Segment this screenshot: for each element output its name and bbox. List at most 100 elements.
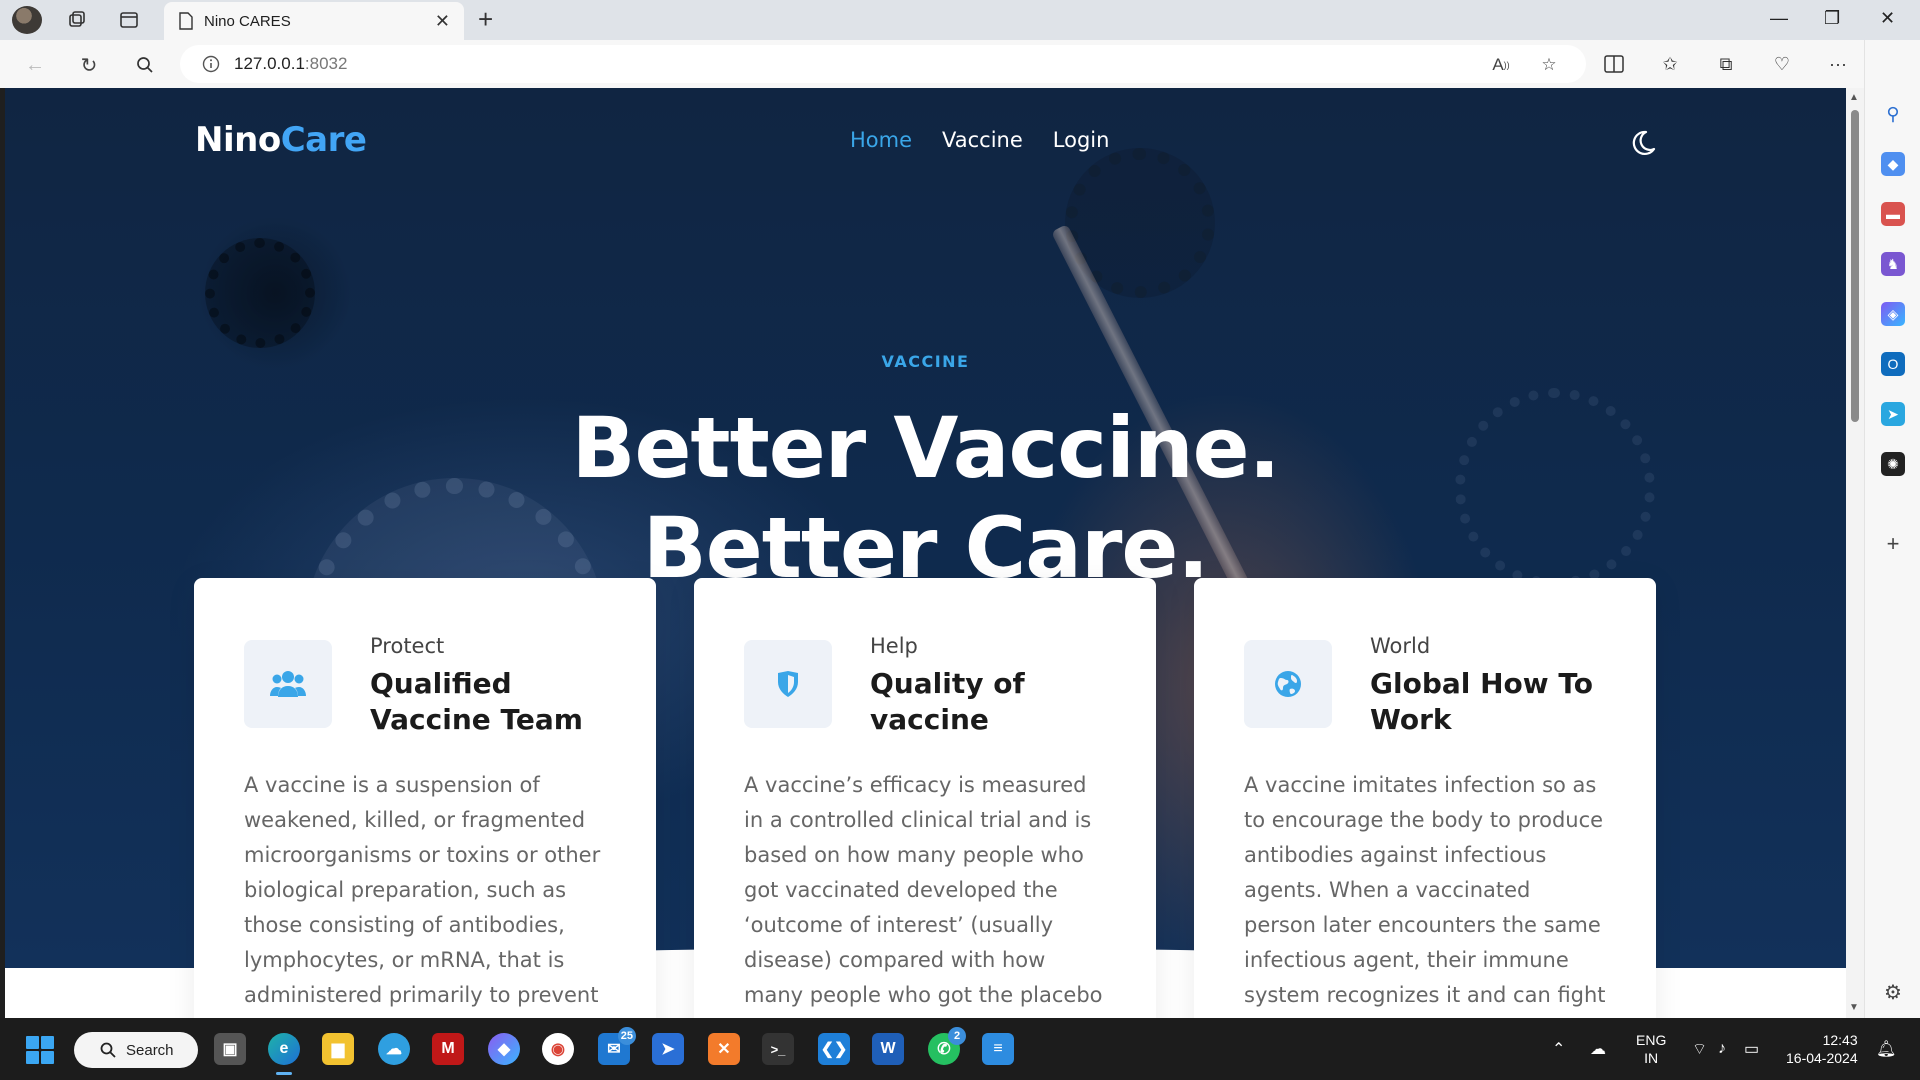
terminal-icon[interactable]: >_ xyxy=(762,1033,794,1065)
collections-icon[interactable]: ⧉ xyxy=(1714,52,1738,76)
notification-bell-icon[interactable]: 🔔︎ xyxy=(1876,1018,1896,1080)
clock-date: 16-04-2024 xyxy=(1786,1050,1858,1066)
notepad-icon[interactable]: ≡ xyxy=(982,1033,1014,1065)
page-viewport: NinoCare Home Vaccine Login VACCINE Bett… xyxy=(5,88,1846,1018)
card-text: A vaccine imitates infection so as to en… xyxy=(1244,773,1606,1007)
battery-icon[interactable]: ▭ xyxy=(1744,1018,1759,1080)
favorite-star-icon[interactable]: ☆ xyxy=(1538,54,1560,76)
restore-button[interactable]: ❐ xyxy=(1824,8,1840,29)
tools-icon[interactable]: ▬ xyxy=(1881,202,1905,226)
feature-card: World Global How To Work A vaccine imita… xyxy=(1194,578,1656,1018)
nav-vaccine[interactable]: Vaccine xyxy=(942,128,1023,152)
new-tab-button[interactable]: + xyxy=(478,6,493,32)
hero-eyebrow: VACCINE xyxy=(881,352,970,371)
add-sidebar-icon[interactable]: + xyxy=(1881,531,1905,556)
card-text: A vaccine is a suspension of weakened, k… xyxy=(244,773,601,1007)
settings-gear-icon[interactable]: ⚙ xyxy=(1881,980,1905,1004)
volume-icon[interactable]: ♪ xyxy=(1718,1018,1726,1080)
close-window-button[interactable]: ✕ xyxy=(1880,8,1895,29)
mail-icon[interactable]: ✉ 25 xyxy=(598,1027,636,1065)
refresh-icon[interactable]: ↻ xyxy=(76,52,102,78)
tab-actions-icon[interactable] xyxy=(118,9,140,31)
lang-line2: IN xyxy=(1644,1050,1659,1066)
nav-login[interactable]: Login xyxy=(1053,128,1110,152)
minimize-button[interactable]: — xyxy=(1770,8,1788,29)
copilot-app-icon[interactable]: ◆ xyxy=(488,1033,520,1065)
search-label: Search xyxy=(126,1041,174,1059)
shopping-tag-icon[interactable]: ◆ xyxy=(1881,152,1905,176)
show-hidden-icons[interactable]: ⌃ xyxy=(1552,1018,1565,1080)
browser-essentials-icon[interactable]: ♡ xyxy=(1770,52,1794,76)
whatsapp-badge: 2 xyxy=(948,1027,966,1045)
search-icon xyxy=(100,1042,116,1058)
card-text: A vaccine’s efficacy is measured in a co… xyxy=(744,773,1103,1007)
card-title: Quality of vaccine xyxy=(870,667,1025,736)
workspaces-icon[interactable] xyxy=(66,9,88,31)
read-aloud-icon[interactable]: A)) xyxy=(1490,54,1512,76)
page-icon xyxy=(179,12,193,30)
file-explorer-icon[interactable]: ▆ xyxy=(322,1033,354,1065)
site-header: NinoCare Home Vaccine Login xyxy=(5,88,1846,198)
games-icon[interactable]: ♞ xyxy=(1881,252,1905,276)
language-indicator[interactable]: ENG IN xyxy=(1636,1018,1666,1080)
favorites-icon[interactable]: ✩ xyxy=(1658,52,1682,76)
send-app-icon[interactable]: ➤ xyxy=(652,1033,684,1065)
sidebar-search-icon[interactable]: ⚲ xyxy=(1881,102,1905,126)
hero-title: Better Vaccine. Better Care. xyxy=(5,398,1846,598)
shield-icon xyxy=(744,640,832,728)
xampp-icon[interactable]: ✕ xyxy=(708,1033,740,1065)
feature-card: Help Quality of vaccine A vaccine’s effi… xyxy=(694,578,1156,1018)
windows-start-icon[interactable] xyxy=(26,1036,54,1064)
weather-icon[interactable]: ☁ xyxy=(378,1033,410,1065)
scroll-down-icon[interactable]: ▼ xyxy=(1849,1002,1859,1013)
clock-time: 12:43 xyxy=(1822,1032,1858,1048)
site-logo[interactable]: NinoCare xyxy=(195,120,367,160)
profile-avatar[interactable] xyxy=(12,6,42,34)
word-icon[interactable]: W xyxy=(872,1033,904,1065)
card-kicker: Protect xyxy=(370,634,445,658)
chrome-icon[interactable]: ◉ xyxy=(542,1033,574,1065)
feature-card: Protect Qualified Vaccine Team A vaccine… xyxy=(194,578,656,1018)
onedrive-icon[interactable]: ☁ xyxy=(1590,1018,1606,1080)
mcafee-icon[interactable]: M xyxy=(432,1033,464,1065)
openai-icon[interactable]: ✺ xyxy=(1881,452,1905,476)
vscode-icon[interactable]: ❮❯ xyxy=(818,1033,850,1065)
browser-titlebar: Nino CARES ✕ + — ❐ ✕ xyxy=(0,0,1920,40)
search-icon[interactable] xyxy=(132,52,158,78)
mail-badge: 25 xyxy=(617,1027,636,1045)
url-text: 127.0.0.1:8032 xyxy=(234,54,348,73)
send-icon[interactable]: ➤ xyxy=(1881,402,1905,426)
page-scrollbar[interactable]: ▲ ▼ xyxy=(1846,88,1864,1018)
lang-line1: ENG xyxy=(1636,1032,1667,1048)
hero-title-line1: Better Vaccine. xyxy=(571,399,1280,497)
whatsapp-icon[interactable]: ✆ 2 xyxy=(928,1027,966,1065)
outlook-icon[interactable]: O xyxy=(1881,352,1905,376)
edge-sidebar: ⚲ ◆ ▬ ♞ ◈ O ➤ ✺ + ⚙ xyxy=(1864,40,1920,1018)
scroll-up-icon[interactable]: ▲ xyxy=(1849,92,1859,103)
main-nav: Home Vaccine Login xyxy=(850,128,1109,152)
edge-browser-icon[interactable]: e xyxy=(268,1033,300,1075)
clock[interactable]: 12:43 16-04-2024 xyxy=(1786,1018,1858,1080)
tab-title: Nino CARES xyxy=(204,12,291,30)
task-view-icon[interactable]: ▣ xyxy=(214,1033,246,1065)
scrollbar-thumb[interactable] xyxy=(1851,110,1859,422)
more-options-icon[interactable]: ··· xyxy=(1826,52,1850,76)
card-kicker: World xyxy=(1370,634,1431,658)
card-kicker: Help xyxy=(870,634,918,658)
card-title: Qualified Vaccine Team xyxy=(370,667,583,736)
wifi-icon[interactable]: ⌔ xyxy=(1692,1018,1707,1080)
close-tab-icon[interactable]: ✕ xyxy=(435,11,450,32)
address-bar[interactable]: 127.0.0.1:8032 A)) ☆ xyxy=(180,45,1586,83)
site-info-icon[interactable] xyxy=(202,55,220,73)
nav-home[interactable]: Home xyxy=(850,128,912,152)
split-screen-icon[interactable] xyxy=(1602,52,1626,76)
taskbar: Search ▣ e ▆ ☁ M ◆ ◉ ✉ 25 ➤ ✕ >_ ❮❯ W ✆ 2 … xyxy=(0,1018,1920,1080)
virus-decoration xyxy=(205,238,315,348)
back-icon[interactable]: ← xyxy=(22,52,48,78)
card-title: Global How To Work xyxy=(1370,667,1594,736)
moon-icon[interactable] xyxy=(1627,128,1657,158)
globe-icon xyxy=(1244,640,1332,728)
taskbar-search[interactable]: Search xyxy=(74,1032,198,1068)
browser-tab[interactable]: Nino CARES ✕ xyxy=(164,2,464,40)
microsoft365-icon[interactable]: ◈ xyxy=(1881,302,1905,326)
